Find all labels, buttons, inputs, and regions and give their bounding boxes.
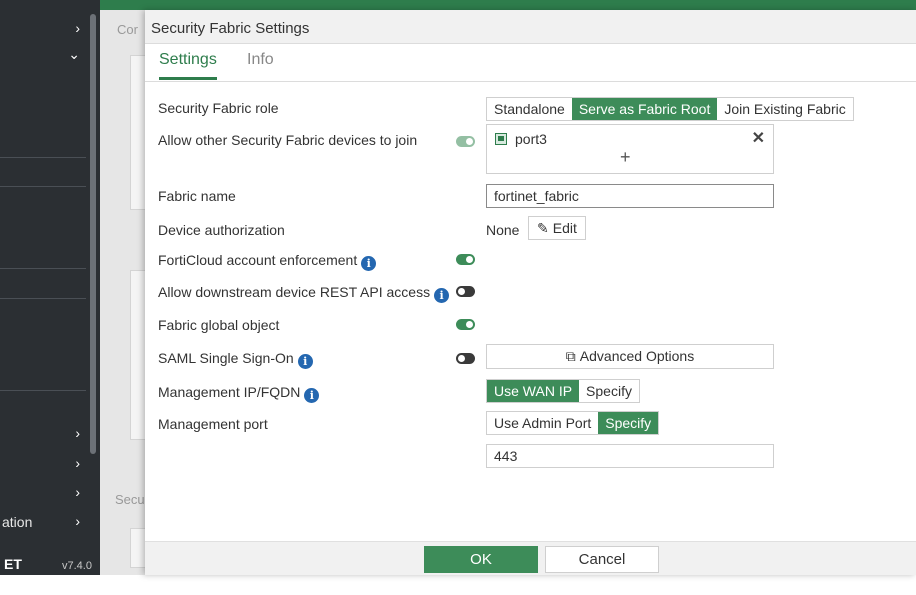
top-banner xyxy=(100,0,916,10)
sidebar-divider xyxy=(0,157,86,158)
background-panel xyxy=(130,528,145,568)
specify-ip-option[interactable]: Specify xyxy=(579,380,639,402)
fabric-name-label: Fabric name xyxy=(158,188,236,204)
specify-port-option[interactable]: Specify xyxy=(598,412,659,434)
management-ip-selector: Use WAN IP Specify xyxy=(486,379,640,403)
forticloud-enforcement-label: FortiCloud account enforcement i xyxy=(158,252,377,271)
device-authorization-value: None xyxy=(486,222,520,238)
chevron-right-icon[interactable]: › xyxy=(75,513,80,529)
device-authorization-label: Device authorization xyxy=(158,222,285,238)
info-icon[interactable]: i xyxy=(361,256,377,271)
role-selector: Standalone Serve as Fabric Root Join Exi… xyxy=(486,97,854,121)
logo: ET xyxy=(4,556,22,572)
downstream-rest-api-label: Allow downstream device REST API access i xyxy=(158,284,450,303)
role-standalone-option[interactable]: Standalone xyxy=(487,98,572,120)
info-icon[interactable]: i xyxy=(304,388,320,403)
external-link-icon: ⧉ xyxy=(565,348,576,364)
dialog-footer: OK Cancel xyxy=(145,541,916,575)
dialog-title: Security Fabric Settings xyxy=(145,10,916,44)
add-icon[interactable]: + xyxy=(620,147,631,168)
security-fabric-settings-dialog: Security Fabric Settings Settings Info S… xyxy=(145,10,916,575)
global-object-label: Fabric global object xyxy=(158,317,280,333)
use-wan-ip-option[interactable]: Use WAN IP xyxy=(487,380,580,402)
role-label: Security Fabric role xyxy=(158,100,279,116)
sidebar-divider xyxy=(0,298,86,299)
allow-join-label: Allow other Security Fabric devices to j… xyxy=(158,132,418,148)
allow-join-toggle[interactable] xyxy=(456,136,475,147)
role-join-fabric-option[interactable]: Join Existing Fabric xyxy=(717,98,853,120)
fabric-name-input[interactable]: fortinet_fabric xyxy=(486,184,774,208)
tab-settings[interactable]: Settings xyxy=(159,51,217,80)
pencil-icon: ✎ xyxy=(537,220,549,236)
management-port-selector: Use Admin Port Specify xyxy=(486,411,660,435)
management-ip-label: Management IP/FQDN i xyxy=(158,384,320,403)
role-fabric-root-option[interactable]: Serve as Fabric Root xyxy=(571,98,718,120)
tab-bar: Settings Info xyxy=(145,44,916,82)
chevron-down-icon[interactable]: ⌄ xyxy=(68,46,80,63)
advanced-options-button[interactable]: ⧉ Advanced Options xyxy=(486,344,774,369)
background-heading: Secu xyxy=(115,492,145,507)
info-icon[interactable]: i xyxy=(434,288,450,303)
chevron-right-icon[interactable]: › xyxy=(75,425,80,441)
ok-button[interactable]: OK xyxy=(424,546,538,573)
saml-sso-toggle[interactable] xyxy=(456,353,475,364)
forticloud-enforcement-toggle[interactable] xyxy=(456,254,475,265)
interface-entry: port3 xyxy=(515,131,547,147)
background-panel xyxy=(130,270,145,440)
background-heading: Cor xyxy=(117,22,138,37)
edit-button[interactable]: ✎ Edit xyxy=(528,216,586,240)
interface-list[interactable]: port3 ✕ + xyxy=(486,124,774,174)
management-port-label: Management port xyxy=(158,416,268,432)
use-admin-port-option[interactable]: Use Admin Port xyxy=(487,412,599,434)
sidebar-divider xyxy=(0,390,86,391)
downstream-rest-api-toggle[interactable] xyxy=(456,286,475,297)
sidebar-scrollbar[interactable] xyxy=(90,14,96,454)
sidebar-item-label[interactable]: ation xyxy=(2,514,32,530)
ethernet-port-icon xyxy=(495,133,507,145)
edit-button-label: Edit xyxy=(552,220,577,236)
cancel-button[interactable]: Cancel xyxy=(545,546,659,573)
global-object-toggle[interactable] xyxy=(456,319,475,330)
management-port-input[interactable]: 443 xyxy=(486,444,774,468)
sidebar-divider xyxy=(0,186,86,187)
info-icon[interactable]: i xyxy=(297,354,313,369)
version-label: v7.4.0 xyxy=(62,560,92,572)
advanced-options-label: Advanced Options xyxy=(579,348,695,364)
background-page: Cor Secu xyxy=(100,0,145,575)
tab-info[interactable]: Info xyxy=(247,51,274,77)
close-icon[interactable]: ✕ xyxy=(752,128,765,148)
sidebar-divider xyxy=(0,268,86,269)
chevron-right-icon[interactable]: › xyxy=(75,20,80,36)
background-panel xyxy=(130,55,145,210)
chevron-right-icon[interactable]: › xyxy=(75,455,80,471)
sidebar: › ⌄ › › › ation › ET v7.4.0 xyxy=(0,0,100,575)
saml-sso-label: SAML Single Sign-On i xyxy=(158,350,313,369)
chevron-right-icon[interactable]: › xyxy=(75,484,80,500)
